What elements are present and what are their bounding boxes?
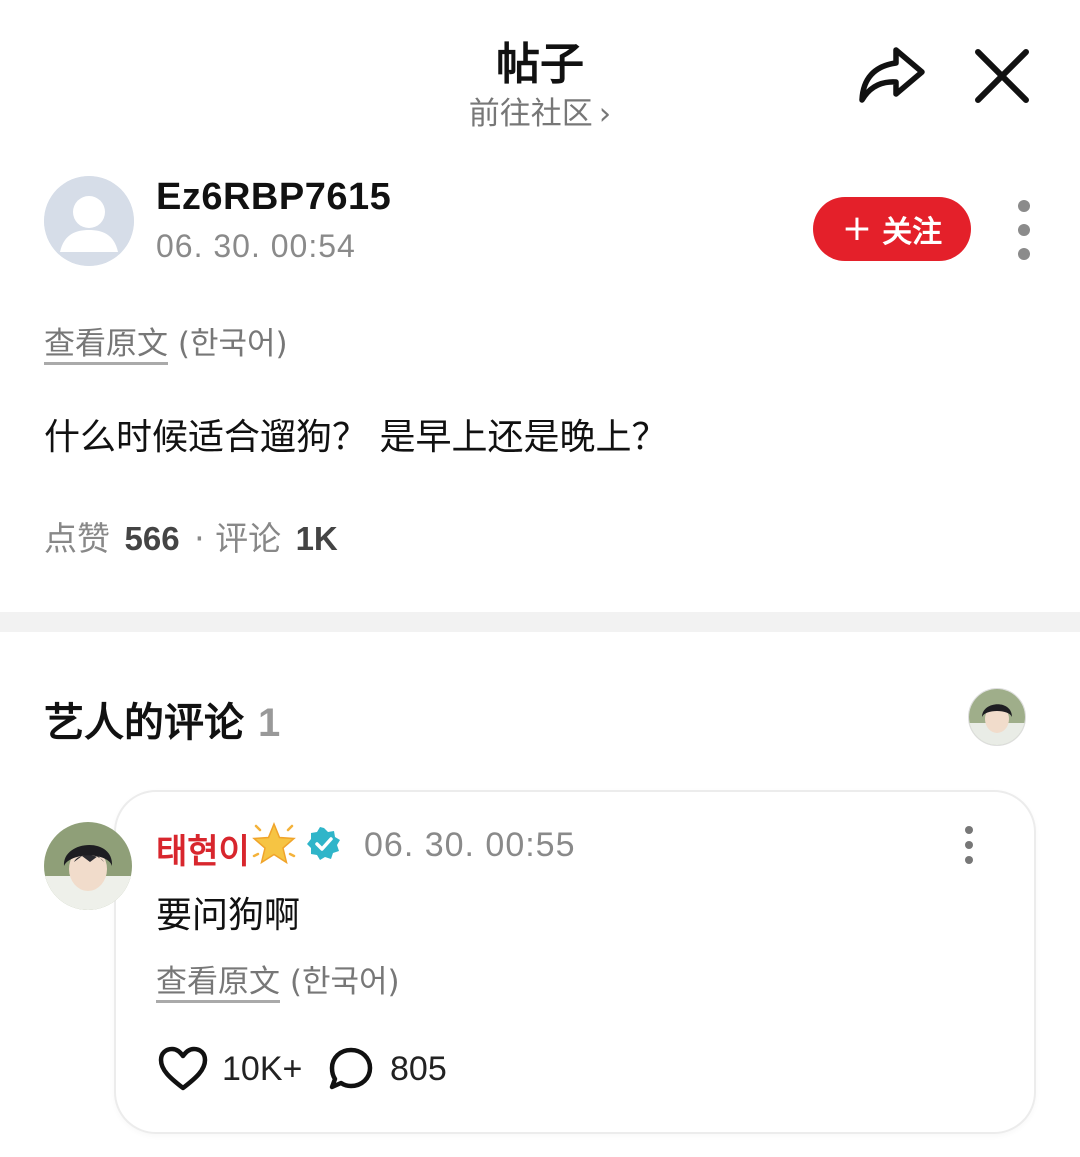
comments-label[interactable]: 评论 xyxy=(215,519,281,558)
more-dot-icon xyxy=(965,841,973,849)
comments-count[interactable]: 1K xyxy=(296,520,338,557)
artist-avatar[interactable] xyxy=(44,822,132,910)
star-icon xyxy=(250,820,298,868)
post-stats: 点赞 566 · 评论 1K xyxy=(44,512,342,560)
more-dot-icon xyxy=(965,856,973,864)
heart-icon xyxy=(158,1046,208,1091)
more-dot-icon xyxy=(1018,200,1030,212)
post-more-button[interactable] xyxy=(1008,200,1040,260)
reply-button[interactable] xyxy=(328,1046,374,1092)
original-language: (한국어) xyxy=(289,964,400,1000)
artist-comments-title: 艺人的评论 1 xyxy=(44,690,280,748)
verified-icon xyxy=(306,826,342,862)
original-language: (한국어) xyxy=(177,326,288,362)
likes-label: 点赞 xyxy=(44,519,110,558)
share-icon xyxy=(859,47,925,103)
post-body: 什么时候适合遛狗？ 是早上还是晚上？ xyxy=(44,417,668,458)
artist-avatar-photo xyxy=(44,822,132,910)
default-avatar-icon xyxy=(44,176,134,266)
view-original-link[interactable]: 查看原文 xyxy=(156,964,280,1000)
more-dot-icon xyxy=(1018,248,1030,260)
comment-body: 要问狗啊 xyxy=(156,895,301,936)
artist-name[interactable]: 태현이 xyxy=(156,824,250,873)
post-translation-row: 查看原文 (한국어) xyxy=(44,318,288,363)
artist-mini-avatar[interactable] xyxy=(968,688,1026,746)
more-dot-icon xyxy=(965,826,973,834)
author-avatar[interactable] xyxy=(44,176,134,266)
plus-icon: + xyxy=(841,208,873,249)
view-original-link[interactable]: 查看原文 xyxy=(44,326,168,362)
comment-more-button[interactable] xyxy=(962,826,976,864)
artist-comments-label: 艺人的评论 xyxy=(44,700,244,746)
stats-separator: · xyxy=(194,519,205,558)
artist-comments-count: 1 xyxy=(258,701,281,745)
artist-avatar-photo xyxy=(969,689,1025,745)
more-dot-icon xyxy=(1018,224,1030,236)
post-timestamp: 06. 30. 00:54 xyxy=(156,228,356,264)
follow-button[interactable]: + 关注 xyxy=(813,197,971,261)
reply-count: 805 xyxy=(390,1050,447,1088)
chevron-right-icon: › xyxy=(598,96,612,132)
share-button[interactable] xyxy=(856,42,928,108)
reply-bubble-icon xyxy=(329,1047,373,1090)
like-count: 10K+ xyxy=(222,1050,303,1088)
like-button[interactable] xyxy=(158,1046,208,1092)
close-icon xyxy=(975,49,1029,103)
likes-count: 566 xyxy=(124,520,180,557)
follow-label: 关注 xyxy=(882,215,943,250)
comment-translation-row: 查看原文 (한국어) xyxy=(156,956,400,1001)
community-link-label: 前往社区 xyxy=(468,96,593,132)
author-name[interactable]: Ez6RBP7615 xyxy=(156,176,391,219)
section-divider xyxy=(0,612,1080,632)
close-button[interactable] xyxy=(970,44,1034,108)
comment-timestamp: 06. 30. 00:55 xyxy=(364,826,576,864)
